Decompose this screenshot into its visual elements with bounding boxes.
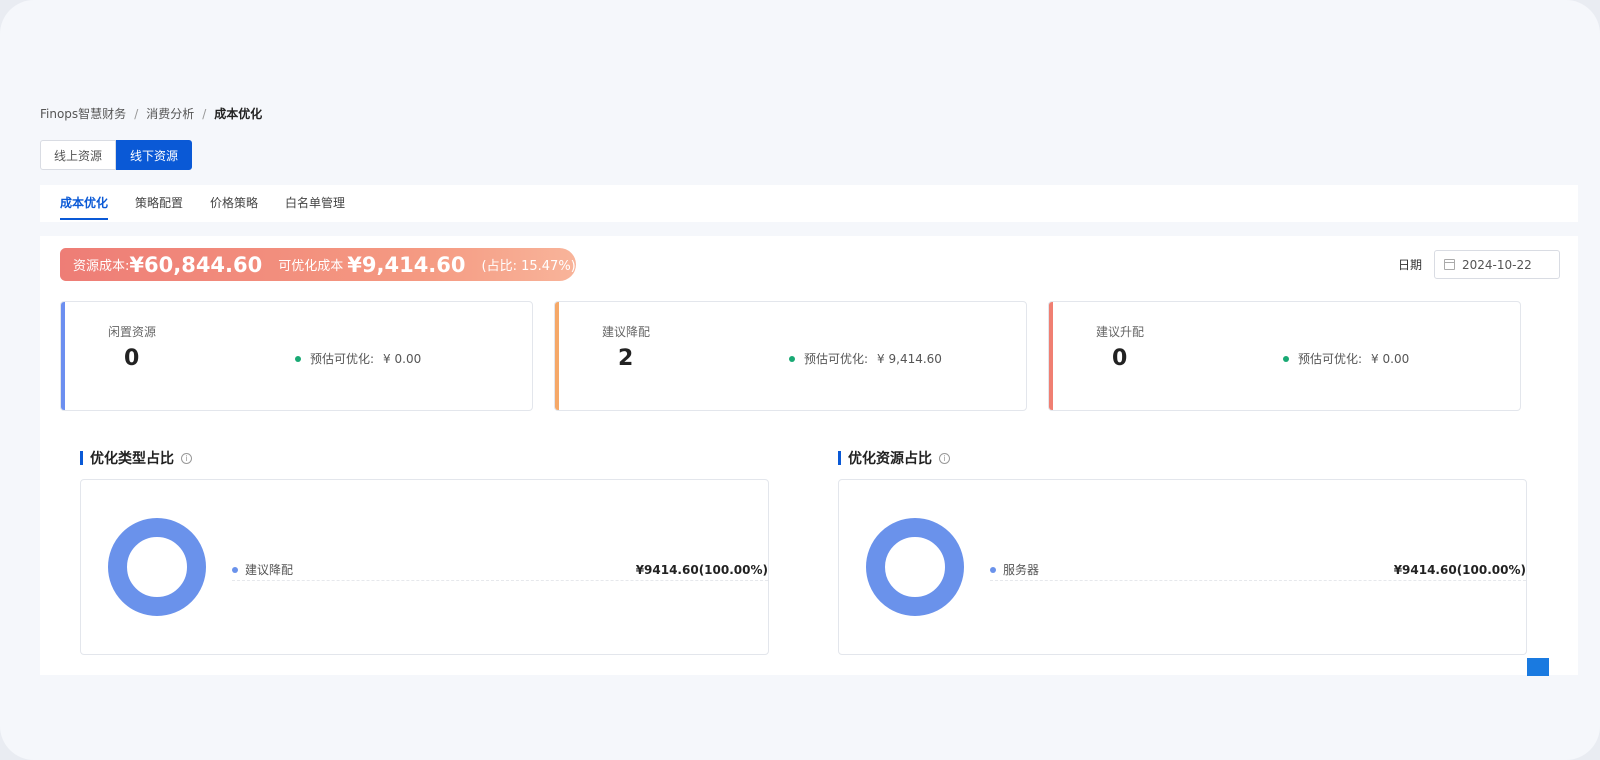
donut-slice[interactable]: [108, 518, 206, 616]
optimizable-ratio: (占比: 15.47%): [481, 259, 576, 274]
card-accent-bar: [555, 302, 559, 410]
section-marker: [80, 451, 83, 465]
section-marker: [838, 451, 841, 465]
card-count: 0: [124, 346, 140, 371]
status-dot-icon: [789, 355, 795, 362]
resource-cost-value: ¥60,844.60: [129, 252, 263, 277]
date-label: 日期: [1397, 258, 1422, 272]
legend-name: 建议降配: [232, 561, 293, 578]
cost-summary-banner: 资源成本: ¥60,844.60 可优化成本 ¥9,414.60 (占比: 15…: [60, 248, 576, 281]
estimate-value: ¥ 0.00: [1371, 351, 1410, 366]
date-picker-input[interactable]: 2024-10-22: [1434, 250, 1560, 279]
breadcrumb-item-current: 成本优化: [214, 107, 263, 121]
breadcrumb-item-finops[interactable]: Finops智慧财务: [40, 105, 126, 122]
section-title-text: 优化资源占比: [848, 451, 932, 467]
card-accent-bar: [61, 302, 65, 410]
main-panel: 资源成本: ¥60,844.60 可优化成本 ¥9,414.60 (占比: 15…: [40, 236, 1578, 675]
legend-name: 服务器: [990, 561, 1039, 578]
legend-label: 服务器: [1003, 563, 1040, 577]
card-title: 建议降配: [602, 325, 651, 339]
date-filter: 日期 2024-10-22: [1398, 250, 1560, 279]
card-estimate: 预估可优化: ¥ 0.00: [1283, 350, 1409, 367]
info-icon[interactable]: i: [181, 452, 192, 464]
estimate-value: ¥ 9,414.60: [877, 351, 942, 366]
legend-label: 建议降配: [245, 563, 294, 577]
legend-value: ¥9414.60(100.00%): [1393, 562, 1526, 577]
tab-price-strategy[interactable]: 价格策略: [210, 185, 258, 222]
section-title-optimization-type: 优化类型占比 i: [80, 448, 192, 468]
card-idle-resources[interactable]: 闲置资源 0 预估可优化: ¥ 0.00: [60, 301, 533, 411]
card-downgrade[interactable]: 建议降配 2 预估可优化: ¥ 9,414.60: [554, 301, 1027, 411]
breadcrumb: Finops智慧财务 / 消费分析 / 成本优化: [40, 105, 262, 122]
calendar-icon: [1444, 259, 1455, 270]
tab-whitelist[interactable]: 白名单管理: [285, 185, 345, 222]
chart-resource-share: 服务器 ¥9414.60(100.00%): [838, 479, 1527, 655]
card-estimate: 预估可优化: ¥ 0.00: [295, 350, 421, 367]
legend-dot-icon: [990, 566, 996, 573]
online-resources-button[interactable]: 线上资源: [40, 140, 116, 170]
breadcrumb-separator: /: [202, 106, 207, 121]
card-count: 2: [618, 346, 634, 371]
legend-row[interactable]: 建议降配 ¥9414.60(100.00%): [232, 559, 768, 581]
card-title: 闲置资源: [108, 325, 157, 339]
tab-strategy-config[interactable]: 策略配置: [135, 185, 183, 222]
section-title-resource-share: 优化资源占比 i: [838, 448, 950, 468]
card-upgrade[interactable]: 建议升配 0 预估可优化: ¥ 0.00: [1048, 301, 1521, 411]
chart-optimization-type: 建议降配 ¥9414.60(100.00%): [80, 479, 769, 655]
section-title-text: 优化类型占比: [90, 451, 174, 467]
legend-dot-icon: [232, 566, 238, 573]
date-value: 2024-10-22: [1462, 257, 1532, 272]
card-estimate: 预估可优化: ¥ 9,414.60: [789, 350, 942, 367]
optimizable-cost-value: ¥9,414.60: [347, 252, 466, 277]
tab-bar: 成本优化 策略配置 价格策略 白名单管理: [40, 185, 1578, 222]
breadcrumb-item-consumption[interactable]: 消费分析: [146, 105, 194, 122]
offline-resources-button[interactable]: 线下资源: [116, 140, 192, 170]
donut-chart: [108, 518, 206, 616]
summary-cards: 闲置资源 0 预估可优化: ¥ 0.00 建议降配 2 预估可优化: ¥ 9,4…: [60, 301, 1521, 411]
donut-slice[interactable]: [866, 518, 964, 616]
tab-cost-optimization[interactable]: 成本优化: [60, 185, 109, 222]
resource-type-switch: 线上资源 线下资源: [40, 140, 192, 170]
card-title: 建议升配: [1096, 325, 1145, 339]
estimate-label: 预估可优化:: [1298, 352, 1363, 366]
legend-row[interactable]: 服务器 ¥9414.60(100.00%): [990, 559, 1526, 581]
status-dot-icon: [1283, 355, 1289, 362]
estimate-label: 预估可优化:: [804, 352, 869, 366]
estimate-label: 预估可优化:: [310, 352, 375, 366]
app-content: Finops智慧财务 / 消费分析 / 成本优化 线上资源 线下资源 成本优化 …: [40, 100, 1578, 675]
resource-cost-label: 资源成本:: [73, 259, 130, 274]
estimate-value: ¥ 0.00: [383, 351, 422, 366]
optimizable-cost-label: 可优化成本: [278, 259, 344, 274]
donut-chart: [866, 518, 964, 616]
card-count: 0: [1112, 346, 1128, 371]
status-dot-icon: [295, 355, 301, 362]
back-to-top-button[interactable]: [1527, 658, 1549, 676]
info-icon[interactable]: i: [939, 452, 950, 464]
breadcrumb-separator: /: [134, 106, 139, 121]
legend-value: ¥9414.60(100.00%): [635, 562, 768, 577]
card-accent-bar: [1049, 302, 1053, 410]
